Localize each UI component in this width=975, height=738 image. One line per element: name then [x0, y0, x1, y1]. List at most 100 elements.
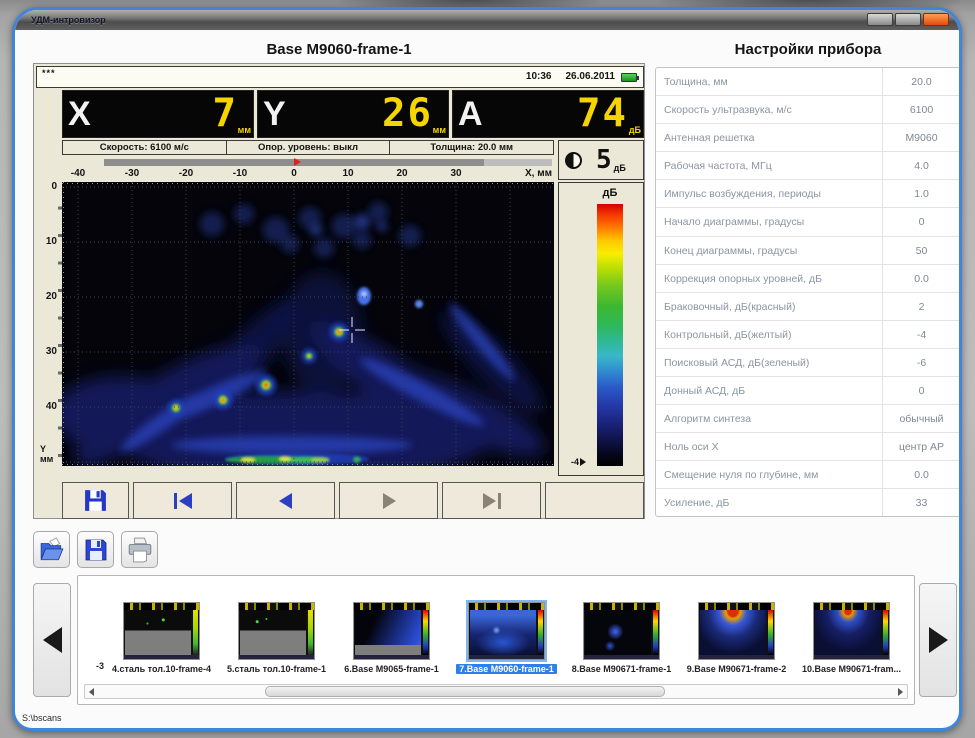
frame-navigation — [62, 482, 644, 519]
readout-x-unit: мм — [238, 125, 251, 135]
filmstrip-item-label[interactable]: 4.сталь тол.10-frame-4 — [112, 664, 211, 674]
minimize-button[interactable] — [867, 13, 893, 26]
device-info-strip: Скорость: 6100 м/с Опор. уровень: выкл Т… — [62, 140, 554, 155]
print-button[interactable] — [121, 531, 158, 568]
first-frame-button[interactable] — [133, 482, 232, 519]
y-axis-tick: 10 — [37, 236, 57, 247]
last-frame-icon — [480, 491, 504, 511]
scrollbar-thumb[interactable] — [265, 686, 665, 697]
x-axis-tick: 30 — [441, 168, 471, 179]
thumb-header — [584, 603, 659, 610]
slider-marker-icon[interactable] — [294, 158, 301, 166]
settings-row: Скорость ультразвука, м/с6100 — [656, 96, 960, 124]
filmstrip-scroll-right-button[interactable] — [919, 583, 957, 697]
scan-thumbnail[interactable] — [583, 602, 660, 660]
filmstrip-clipped-label: -3 — [80, 661, 104, 674]
scan-thumbnail[interactable] — [123, 602, 200, 660]
scan-thumbnail[interactable] — [698, 602, 775, 660]
settings-row-label: Контрольный, дБ(желтый) — [656, 321, 882, 348]
settings-row: Начало диаграммы, градусы0 — [656, 208, 960, 236]
filmstrip-item-label[interactable]: 10.Base M90671-fram... — [802, 664, 901, 674]
filmstrip-item-label[interactable]: 5.сталь тол.10-frame-1 — [227, 664, 326, 674]
thumb-scan-image — [470, 610, 536, 655]
filmstrip-scroll-left-button[interactable] — [33, 583, 71, 697]
thumb-header — [124, 603, 199, 610]
colorbar-threshold-marker: -4 — [571, 457, 586, 467]
position-slider[interactable] — [62, 157, 554, 168]
window-titlebar[interactable]: УДМ-интровизор — [15, 10, 959, 30]
settings-row-value: 6100 — [882, 96, 960, 123]
marker-arrow-icon — [580, 458, 586, 466]
settings-row-label: Ноль оси X — [656, 433, 882, 460]
readout-a-unit: дБ — [629, 125, 641, 135]
save-frame-button[interactable] — [62, 482, 129, 519]
thumb-header — [814, 603, 889, 610]
settings-row: Толщина, мм20.0 — [656, 68, 960, 96]
thumb-colorbar — [768, 610, 773, 655]
open-file-button[interactable] — [33, 531, 70, 568]
thumb-scan-image — [585, 610, 651, 655]
scan-title: Base M9060-frame-1 — [33, 41, 645, 58]
y-axis: 010203040 Y мм — [36, 182, 62, 466]
filmstrip-item[interactable]: 10.Base M90671-fram... — [794, 602, 909, 674]
scan-thumbnail[interactable] — [238, 602, 315, 660]
colorbar-label: дБ — [597, 187, 623, 199]
filmstrip-scrollbar[interactable] — [84, 684, 908, 699]
blank-button — [545, 482, 644, 519]
maximize-button[interactable] — [895, 13, 921, 26]
filmstrip-item[interactable]: 7.Base M9060-frame-1 — [449, 602, 564, 674]
x-axis-label: X, мм — [525, 168, 552, 179]
scan-thumbnail[interactable] — [813, 602, 890, 660]
filmstrip-item[interactable]: 9.Base M90671-frame-2 — [679, 602, 794, 674]
settings-row: Ноль оси Xцентр АР — [656, 433, 960, 461]
settings-row-value: 33 — [882, 489, 960, 517]
last-frame-button[interactable] — [442, 482, 541, 519]
filmstrip-item[interactable]: 8.Base M90671-frame-1 — [564, 602, 679, 674]
thumb-header — [469, 603, 544, 610]
device-statusbar: *** 10:36 26.06.2011 — [36, 66, 644, 88]
first-frame-icon — [171, 491, 195, 511]
status-path: S:\bscans — [22, 713, 62, 723]
filmstrip-item-label[interactable]: 7.Base M9060-frame-1 — [456, 664, 557, 674]
thumb-colorbar — [308, 610, 313, 655]
settings-row-value: обычный — [882, 405, 960, 432]
filmstrip-item-label[interactable]: 9.Base M90671-frame-2 — [687, 664, 787, 674]
y-axis-tick: 30 — [37, 346, 57, 357]
filmstrip-item-label[interactable]: 8.Base M90671-frame-1 — [572, 664, 672, 674]
settings-row-value: 1.0 — [882, 180, 960, 207]
save-file-button[interactable] — [77, 531, 114, 568]
bscan-image[interactable] — [62, 182, 554, 466]
settings-row-label: Скорость ультразвука, м/с — [656, 96, 882, 123]
print-icon — [127, 537, 153, 563]
settings-row-label: Конец диаграммы, градусы — [656, 237, 882, 264]
contrast-icon — [565, 152, 582, 169]
scrollbar-left-arrow-icon[interactable] — [89, 688, 94, 696]
scrollbar-right-arrow-icon[interactable] — [898, 688, 903, 696]
prev-frame-button[interactable] — [236, 482, 335, 519]
filmstrip-item-label[interactable]: 6.Base M9065-frame-1 — [344, 664, 439, 674]
next-frame-icon — [377, 491, 401, 511]
filmstrip-item[interactable]: 4.сталь тол.10-frame-4 — [104, 602, 219, 674]
info-thickness: Толщина: 20.0 мм — [390, 141, 553, 154]
settings-row-value: 4.0 — [882, 152, 960, 179]
settings-row-label: Рабочая частота, МГц — [656, 152, 882, 179]
thumb-scan-image — [125, 610, 191, 655]
app-toolbar — [33, 531, 158, 568]
readout-y-value: 26 — [382, 91, 433, 137]
close-button[interactable] — [923, 13, 949, 26]
save-icon — [84, 538, 108, 562]
filmstrip-items: -3 4.сталь тол.10-frame-4 5.сталь тол.10-… — [80, 582, 912, 674]
filmstrip-item[interactable]: 6.Base M9065-frame-1 — [334, 602, 449, 674]
settings-row-label: Смещение нуля по глубине, мм — [656, 461, 882, 488]
next-frame-button[interactable] — [339, 482, 438, 519]
bscan-rendering — [62, 182, 554, 466]
scan-thumbnail[interactable] — [353, 602, 430, 660]
settings-row-label: Импульс возбуждения, периоды — [656, 180, 882, 207]
thumb-header — [239, 603, 314, 610]
contrast-control: 5 дБ — [558, 140, 644, 180]
settings-row-value: 50 — [882, 237, 960, 264]
x-axis-tick: -30 — [117, 168, 147, 179]
scan-thumbnail[interactable] — [468, 602, 545, 660]
x-axis-tick: 10 — [333, 168, 363, 179]
filmstrip-item[interactable]: 5.сталь тол.10-frame-1 — [219, 602, 334, 674]
